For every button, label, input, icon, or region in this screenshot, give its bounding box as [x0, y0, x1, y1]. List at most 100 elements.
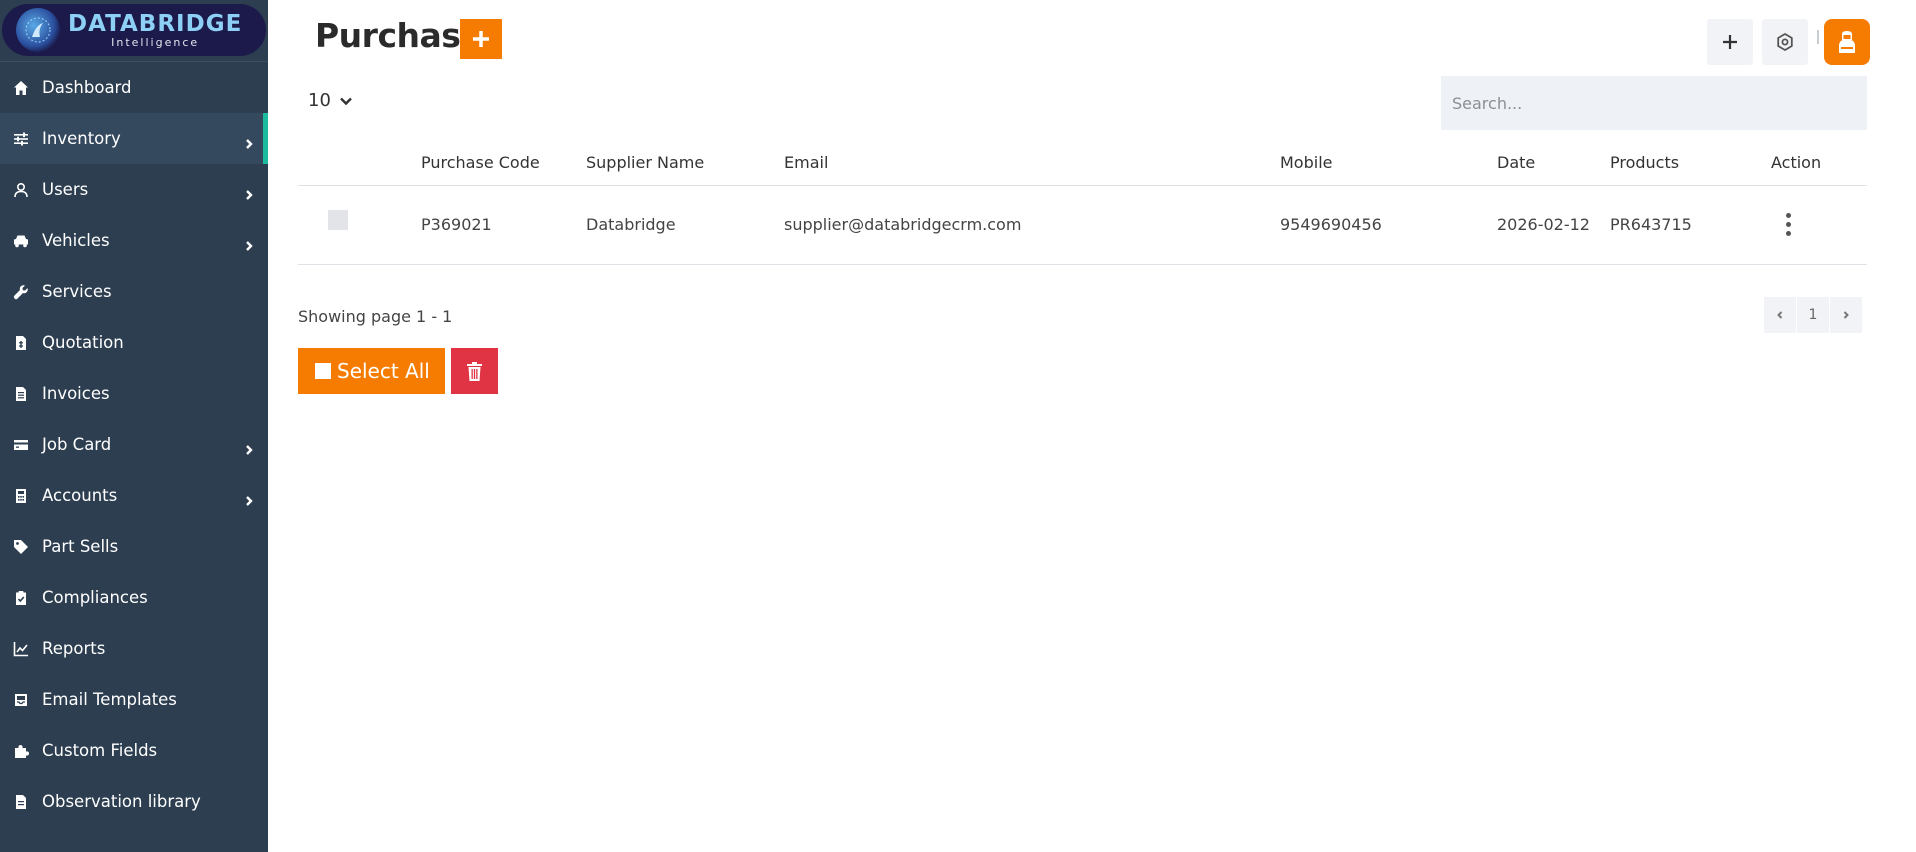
supplier-name-cell: Databridge: [586, 185, 784, 265]
sidebar-item-reports[interactable]: Reports: [0, 623, 268, 674]
sidebar-item-dashboard[interactable]: Dashboard: [0, 62, 268, 113]
brand-title: DATABRIDGE: [68, 10, 243, 37]
inbox-icon: [12, 691, 30, 709]
plus-icon: [473, 31, 489, 47]
delete-selected-button[interactable]: [451, 348, 498, 394]
column-header-date[interactable]: Date: [1497, 140, 1610, 186]
purchase-code-cell: P369021: [421, 185, 586, 265]
page-number-button[interactable]: 1: [1797, 297, 1830, 333]
sidebar-item-inventory[interactable]: Inventory: [0, 113, 268, 164]
sidebar-item-invoices[interactable]: Invoices: [0, 368, 268, 419]
credit-card-icon: [12, 436, 30, 454]
user-avatar[interactable]: [1824, 19, 1870, 65]
sidebar-item-part-sells[interactable]: Part Sells: [0, 521, 268, 572]
row-actions-menu-icon[interactable]: [1785, 213, 1791, 236]
sidebar-item-label: Email Templates: [42, 690, 177, 709]
brand-text: DATABRIDGE Intelligence: [68, 12, 242, 49]
brand-emblem-icon: [16, 8, 60, 52]
chart-line-icon: [12, 640, 30, 658]
page-size-select[interactable]: 10: [308, 90, 353, 111]
sidebar-item-label: Vehicles: [42, 231, 110, 250]
sidebar-item-label: Part Sells: [42, 537, 119, 556]
logo-area: DATABRIDGE Intelligence: [0, 0, 268, 62]
app-root: DATABRIDGE Intelligence Dashboard Invent…: [0, 0, 1916, 852]
sidebar-item-label: Accounts: [42, 486, 118, 505]
plus-icon: [1723, 35, 1737, 49]
sidebar-nav: Dashboard Inventory Users Vehicles Servi…: [0, 62, 268, 827]
add-purchase-button[interactable]: [460, 19, 502, 59]
settings-button[interactable]: [1762, 19, 1808, 65]
products-cell: PR643715: [1610, 185, 1771, 265]
search-input[interactable]: [1441, 76, 1867, 130]
sidebar-item-label: Observation library: [42, 792, 201, 811]
row-select-cell: [298, 185, 421, 265]
prev-page-button[interactable]: [1764, 297, 1797, 333]
clipboard-check-icon: [12, 589, 30, 607]
sidebar-item-label: Inventory: [42, 129, 121, 148]
action-cell: [1771, 185, 1867, 265]
sidebar-item-label: Services: [42, 282, 112, 301]
table-header-row: Purchase Code Supplier Name Email Mobile…: [298, 140, 1867, 186]
home-icon: [12, 79, 30, 97]
table-row[interactable]: P369021 Databridge supplier@databridgecr…: [298, 185, 1867, 265]
date-cell: 2026-02-12: [1497, 185, 1610, 265]
toolbar-divider: [1817, 30, 1819, 44]
sidebar-item-accounts[interactable]: Accounts: [0, 470, 268, 521]
chevron-right-icon: [244, 236, 254, 251]
column-header-select: [298, 140, 421, 186]
sidebar-item-observation-library[interactable]: Observation library: [0, 776, 268, 827]
pagination-summary: Showing page 1 - 1: [298, 307, 453, 326]
sidebar-item-users[interactable]: Users: [0, 164, 268, 215]
sidebar-item-services[interactable]: Services: [0, 266, 268, 317]
sidebar-item-vehicles[interactable]: Vehicles: [0, 215, 268, 266]
sidebar-item-custom-fields[interactable]: Custom Fields: [0, 725, 268, 776]
sidebar-item-quotation[interactable]: Quotation: [0, 317, 268, 368]
avatar-icon: [1839, 31, 1855, 53]
quick-add-button[interactable]: [1707, 19, 1753, 65]
car-icon: [12, 232, 30, 250]
trash-icon: [467, 361, 482, 381]
chevron-right-icon: [1843, 311, 1849, 319]
brand-logo[interactable]: DATABRIDGE Intelligence: [2, 4, 266, 56]
column-header-supplier-name[interactable]: Supplier Name: [586, 140, 784, 186]
brand-subtitle: Intelligence: [111, 35, 200, 49]
sliders-icon: [12, 130, 30, 148]
chevron-down-icon: [340, 97, 352, 105]
checkbox-icon: [315, 363, 331, 379]
sidebar-item-label: Job Card: [42, 435, 112, 454]
chevron-right-icon: [244, 185, 254, 200]
sidebar-item-job-card[interactable]: Job Card: [0, 419, 268, 470]
sidebar-item-label: Invoices: [42, 384, 110, 403]
file-icon: [12, 793, 30, 811]
sidebar-item-email-templates[interactable]: Email Templates: [0, 674, 268, 725]
file-text-icon: [12, 385, 30, 403]
sidebar-item-label: Users: [42, 180, 89, 199]
chevron-right-icon: [244, 440, 254, 455]
mobile-cell: 9549690456: [1280, 185, 1497, 265]
sidebar-item-label: Quotation: [42, 333, 124, 352]
column-header-products[interactable]: Products: [1610, 140, 1771, 186]
column-header-mobile[interactable]: Mobile: [1280, 140, 1497, 186]
column-header-email[interactable]: Email: [784, 140, 1280, 186]
column-header-purchase-code[interactable]: Purchase Code: [421, 140, 586, 186]
sidebar-item-label: Dashboard: [42, 78, 132, 97]
pagination: 1: [1764, 297, 1863, 333]
next-page-button[interactable]: [1830, 297, 1863, 333]
file-dollar-icon: [12, 334, 30, 352]
main-content: Purchase 10 Search... Purchase Code Supp…: [268, 0, 1916, 852]
column-header-action: Action: [1771, 140, 1867, 186]
calculator-icon: [12, 487, 30, 505]
chevron-right-icon: [244, 491, 254, 506]
email-cell: supplier@databridgecrm.com: [784, 185, 1280, 265]
row-checkbox[interactable]: [328, 209, 348, 230]
wrench-icon: [12, 283, 30, 301]
page-title: Purchase: [315, 16, 483, 55]
puzzle-icon: [12, 742, 30, 760]
user-icon: [12, 181, 30, 199]
purchase-table: Purchase Code Supplier Name Email Mobile…: [298, 140, 1867, 265]
sidebar: DATABRIDGE Intelligence Dashboard Invent…: [0, 0, 268, 852]
select-all-button[interactable]: Select All: [298, 348, 445, 394]
sidebar-item-compliances[interactable]: Compliances: [0, 572, 268, 623]
sidebar-item-label: Reports: [42, 639, 106, 658]
gear-icon: [1777, 32, 1793, 52]
